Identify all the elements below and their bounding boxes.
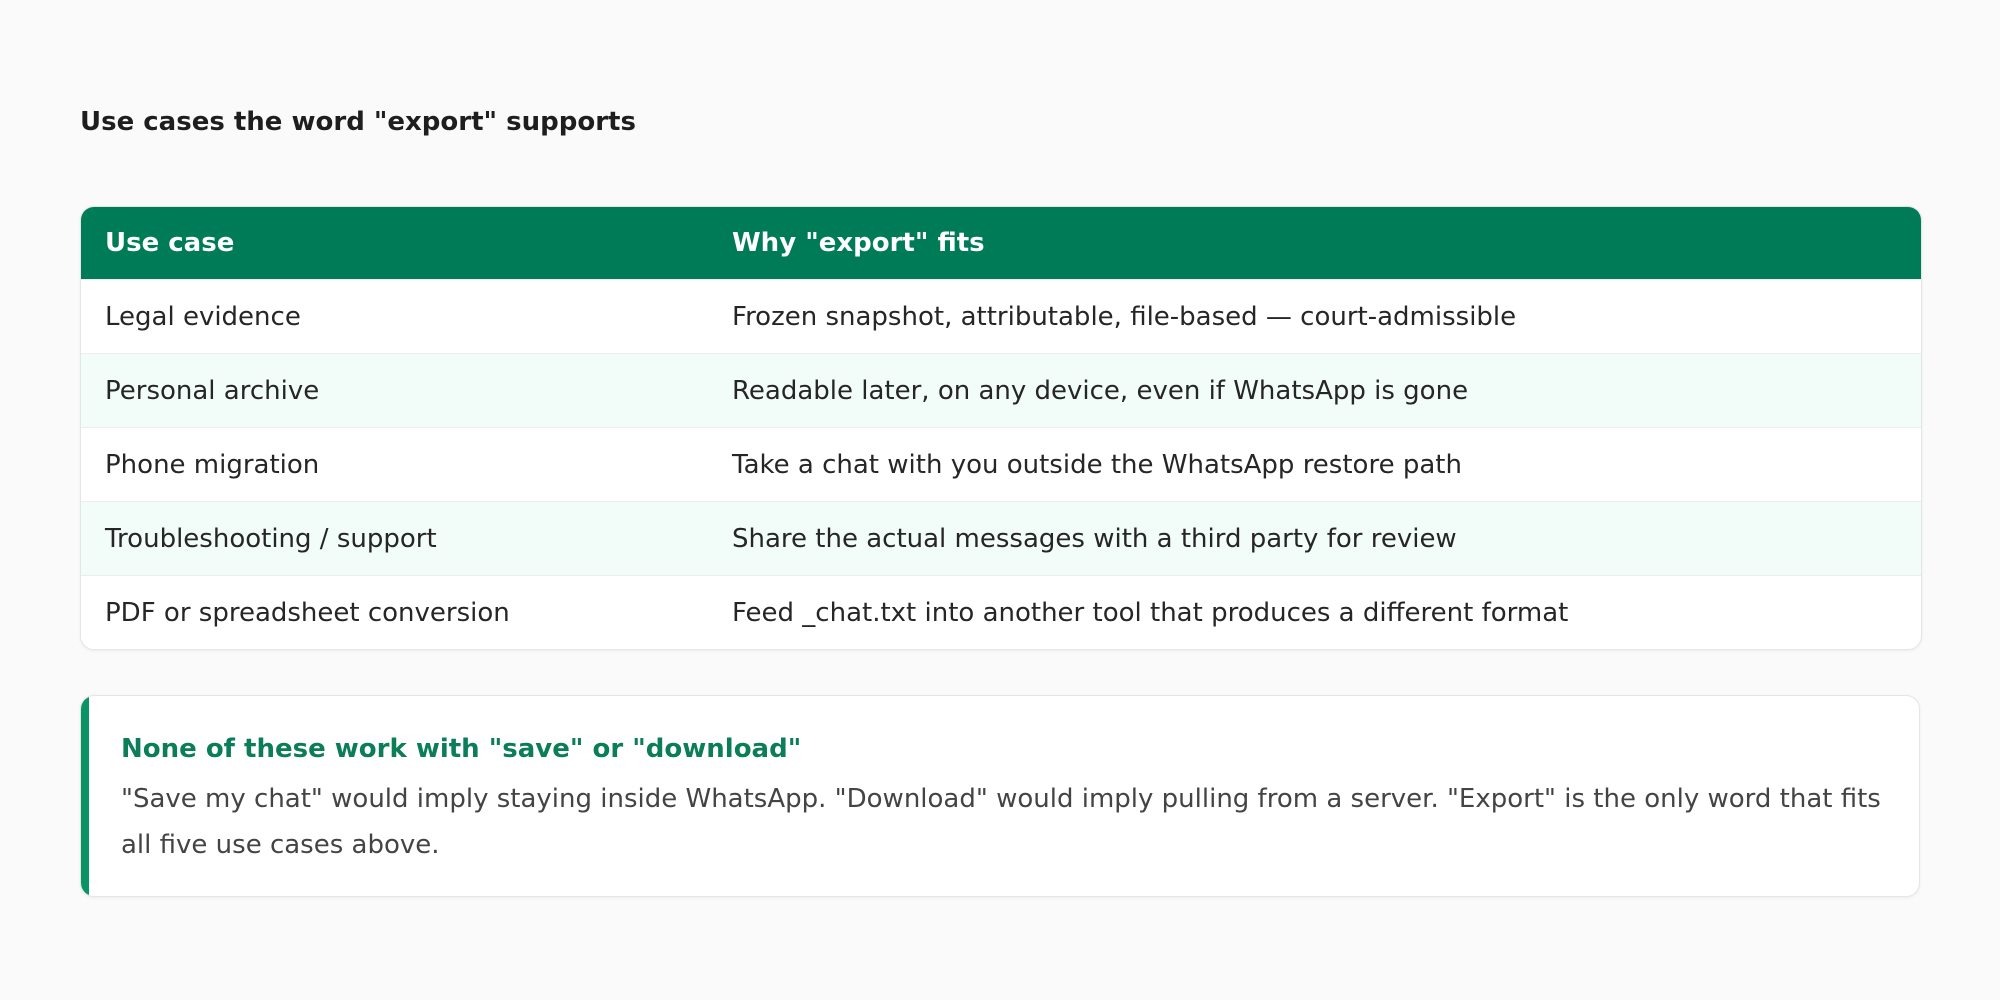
reason-cell: Readable later, on any device, even if W… [708, 353, 1921, 428]
use-cases-table: Use case Why "export" fits Legal evidenc… [81, 207, 1921, 649]
callout-heading: None of these work with "save" or "downl… [121, 734, 802, 764]
use-case-cell: PDF or spreadsheet conversion [81, 575, 708, 649]
table-row: Phone migration Take a chat with you out… [81, 427, 1921, 502]
column-header-use-case: Use case [105, 228, 235, 258]
table-header-row: Use case Why "export" fits [81, 207, 1921, 280]
reason-cell: Take a chat with you outside the WhatsAp… [708, 427, 1921, 502]
column-header-why-export-fits: Why "export" fits [732, 228, 985, 258]
table-row: Personal archive Readable later, on any … [81, 353, 1921, 428]
use-case-cell: Troubleshooting / support [81, 501, 708, 576]
use-case-cell: Personal archive [81, 353, 708, 428]
callout-accent-bar [81, 696, 89, 896]
reason-cell: Frozen snapshot, attributable, file-base… [708, 279, 1921, 354]
reason-cell: Share the actual messages with a third p… [708, 501, 1921, 576]
callout-body: "Save my chat" would imply staying insid… [121, 784, 1881, 860]
table-row: Troubleshooting / support Share the actu… [81, 501, 1921, 576]
use-case-cell: Phone migration [81, 427, 708, 502]
table-row: Legal evidence Frozen snapshot, attribut… [81, 279, 1921, 354]
use-case-cell: Legal evidence [81, 279, 708, 354]
table-body: Legal evidence Frozen snapshot, attribut… [81, 279, 1921, 649]
table-header: Use case Why "export" fits [81, 207, 1921, 280]
reason-cell: Feed _chat.txt into another tool that pr… [708, 575, 1921, 649]
use-cases-table-card: Use case Why "export" fits Legal evidenc… [80, 206, 1922, 650]
section-title: Use cases the word "export" supports [80, 107, 636, 137]
callout-note: None of these work with "save" or "downl… [80, 695, 1920, 897]
table-row: PDF or spreadsheet conversion Feed _chat… [81, 575, 1921, 649]
